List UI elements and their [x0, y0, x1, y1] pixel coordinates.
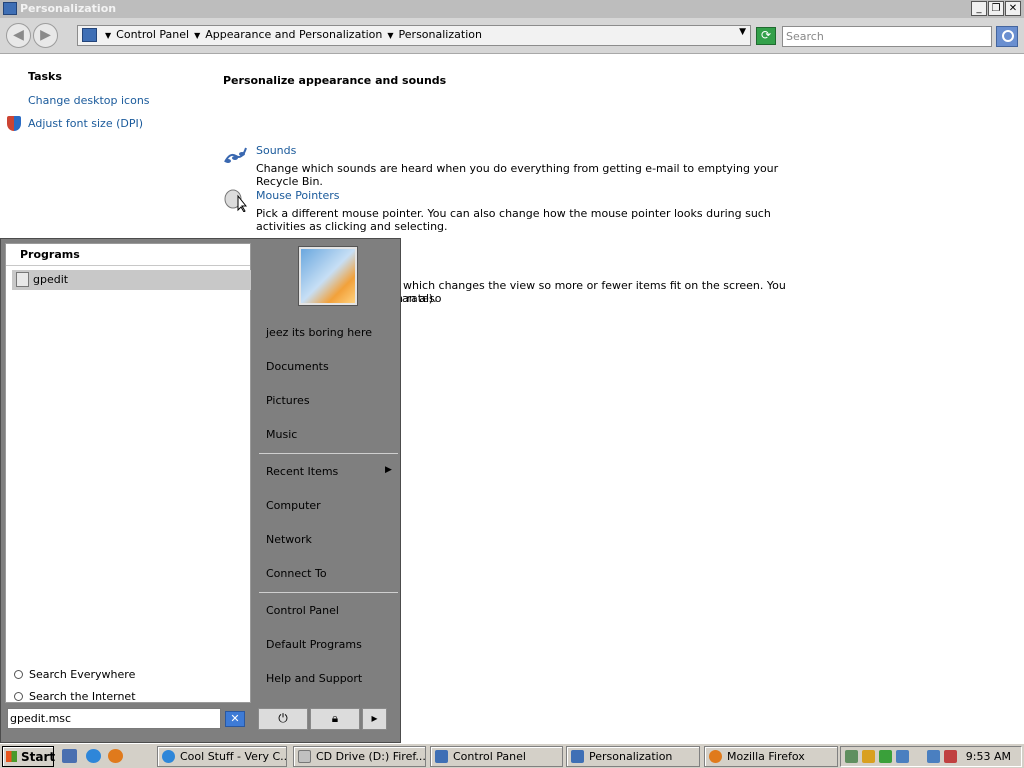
start-menu-left-pane: Programs gpedit Search Everywhere Search… [5, 243, 251, 703]
user-folder-link[interactable]: jeez its boring here [266, 326, 372, 339]
network-connection-icon[interactable] [927, 750, 940, 763]
network-link[interactable]: Network [266, 533, 312, 546]
window-title: Personalization [20, 2, 117, 15]
search-icon[interactable] [996, 26, 1018, 47]
breadcrumb-appearance[interactable]: Appearance and Personalization [205, 28, 382, 41]
firefox-icon [709, 750, 722, 763]
navigation-bar: ◀ ▶ ▼ Control Panel ▼ Appearance and Person… [0, 18, 1024, 54]
window-title-bar[interactable]: Personalization _ ❐ ✕ [0, 0, 1024, 18]
search-everywhere-label: Search Everywhere [29, 668, 136, 681]
search-internet-link[interactable]: Search the Internet [14, 690, 136, 703]
close-button[interactable]: ✕ [1005, 1, 1021, 16]
system-tray: 9:53 AM [840, 746, 1022, 767]
maximize-button[interactable]: ❐ [988, 1, 1004, 16]
taskbar-item-label: Mozilla Firefox [727, 750, 805, 763]
breadcrumb-personalization[interactable]: Personalization [399, 28, 482, 41]
show-desktop-icon[interactable] [62, 749, 77, 763]
internet-explorer-icon [162, 750, 175, 763]
taskbar-item-label: Cool Stuff - Very C... [180, 750, 287, 763]
magnifier-icon [14, 692, 23, 701]
mouse-pointers-description: Pick a different mouse pointer. You can … [256, 207, 771, 233]
chevron-down-icon[interactable]: ▼ [387, 31, 393, 40]
refresh-button[interactable]: ⟳ [756, 27, 776, 45]
breadcrumb-control-panel[interactable]: Control Panel [116, 28, 189, 41]
control-panel-icon [435, 750, 448, 763]
adjust-font-size-link[interactable]: Adjust font size (DPI) [28, 117, 143, 130]
default-programs-link[interactable]: Default Programs [266, 638, 362, 651]
firefox-icon[interactable] [108, 749, 123, 763]
address-bar[interactable]: ▼ Control Panel ▼ Appearance and Personaliz… [77, 25, 751, 46]
music-link[interactable]: Music [266, 428, 297, 441]
personalization-icon [571, 750, 584, 763]
taskbar-item-label: Personalization [589, 750, 673, 763]
network-status-icon[interactable] [845, 750, 858, 763]
mouse-pointers-link[interactable]: Mouse Pointers [256, 189, 340, 202]
start-label: Start [21, 750, 56, 764]
control-panel-icon [82, 28, 97, 42]
sounds-link[interactable]: Sounds [256, 144, 296, 157]
clear-search-button[interactable]: ✕ [225, 711, 245, 727]
taskbar-item-label: Control Panel [453, 750, 526, 763]
start-menu-bottom-bar: gpedit.msc ✕ ⏻ 🔒︎ ▸ [1, 704, 402, 744]
clock[interactable]: 9:53 AM [966, 750, 1011, 763]
taskbar-item-label: CD Drive (D:) Firef... [316, 750, 426, 763]
display-settings-description-partial-2: n rate). [396, 292, 437, 305]
taskbar: Start Cool Stuff - Very C... CD Drive (D… [0, 743, 1024, 768]
speaker-muted-icon[interactable] [944, 750, 957, 763]
divider [259, 592, 398, 593]
taskbar-item-cd-drive[interactable]: CD Drive (D:) Firef... [293, 746, 426, 767]
search-everywhere-link[interactable]: Search Everywhere [14, 668, 135, 681]
checkmark-icon[interactable] [879, 750, 892, 763]
magnifier-icon [14, 670, 23, 679]
start-search-input[interactable]: gpedit.msc [7, 708, 221, 729]
divider [259, 453, 398, 454]
gpedit-icon [16, 272, 29, 287]
help-and-support-link[interactable]: Help and Support [266, 672, 362, 685]
change-desktop-icons-link[interactable]: Change desktop icons [28, 94, 150, 107]
chevron-down-icon[interactable]: ▼ [105, 31, 111, 40]
start-button[interactable]: Start [2, 746, 56, 767]
program-result-gpedit[interactable]: gpedit [12, 270, 251, 290]
pictures-link[interactable]: Pictures [266, 394, 310, 407]
control-panel-link[interactable]: Control Panel [266, 604, 339, 617]
cd-drive-icon [298, 750, 311, 763]
internet-explorer-icon[interactable] [86, 749, 101, 763]
search-input[interactable]: Search [782, 26, 992, 47]
minimize-button[interactable]: _ [971, 1, 987, 16]
recent-items-link[interactable]: Recent Items [266, 465, 338, 478]
lock-button[interactable]: 🔒︎ [310, 708, 360, 730]
taskbar-item-personalization[interactable]: Personalization [566, 746, 700, 767]
documents-link[interactable]: Documents [266, 360, 329, 373]
user-avatar[interactable] [299, 247, 357, 305]
shutdown-options-button[interactable]: ▸ [362, 708, 387, 730]
power-button[interactable]: ⏻ [258, 708, 308, 730]
windows-logo-icon [6, 751, 17, 762]
divider [6, 265, 250, 266]
mouse-pointers-icon[interactable] [223, 188, 247, 212]
address-dropdown-icon[interactable]: ▼ [739, 27, 746, 37]
taskbar-item-cool-stuff[interactable]: Cool Stuff - Very C... [157, 746, 287, 767]
breadcrumb: ▼ Control Panel ▼ Appearance and Personaliz… [100, 28, 482, 41]
security-alert-icon[interactable] [862, 750, 875, 763]
taskbar-item-control-panel[interactable]: Control Panel [430, 746, 563, 767]
control-panel-icon [3, 2, 17, 15]
chevron-down-icon[interactable]: ▼ [194, 31, 200, 40]
volume-icon[interactable] [896, 750, 909, 763]
shield-icon [7, 116, 21, 131]
sounds-icon[interactable] [222, 142, 248, 166]
connect-to-link[interactable]: Connect To [266, 567, 327, 580]
search-internet-label: Search the Internet [29, 690, 136, 703]
computer-link[interactable]: Computer [266, 499, 321, 512]
forward-button[interactable]: ▶ [33, 23, 58, 48]
programs-header: Programs [20, 248, 80, 261]
page-title: Personalize appearance and sounds [223, 74, 447, 87]
tasks-heading: Tasks [28, 70, 62, 83]
start-menu-right-pane: jeez its boring here Documents Pictures … [255, 239, 400, 704]
start-menu: Programs gpedit Search Everywhere Search… [0, 238, 401, 743]
submenu-arrow-icon: ▶ [385, 465, 392, 475]
taskbar-item-mozilla-firefox[interactable]: Mozilla Firefox [704, 746, 838, 767]
sounds-description: Change which sounds are heard when you d… [256, 162, 779, 188]
program-result-label: gpedit [33, 273, 69, 286]
back-button[interactable]: ◀ [6, 23, 31, 48]
